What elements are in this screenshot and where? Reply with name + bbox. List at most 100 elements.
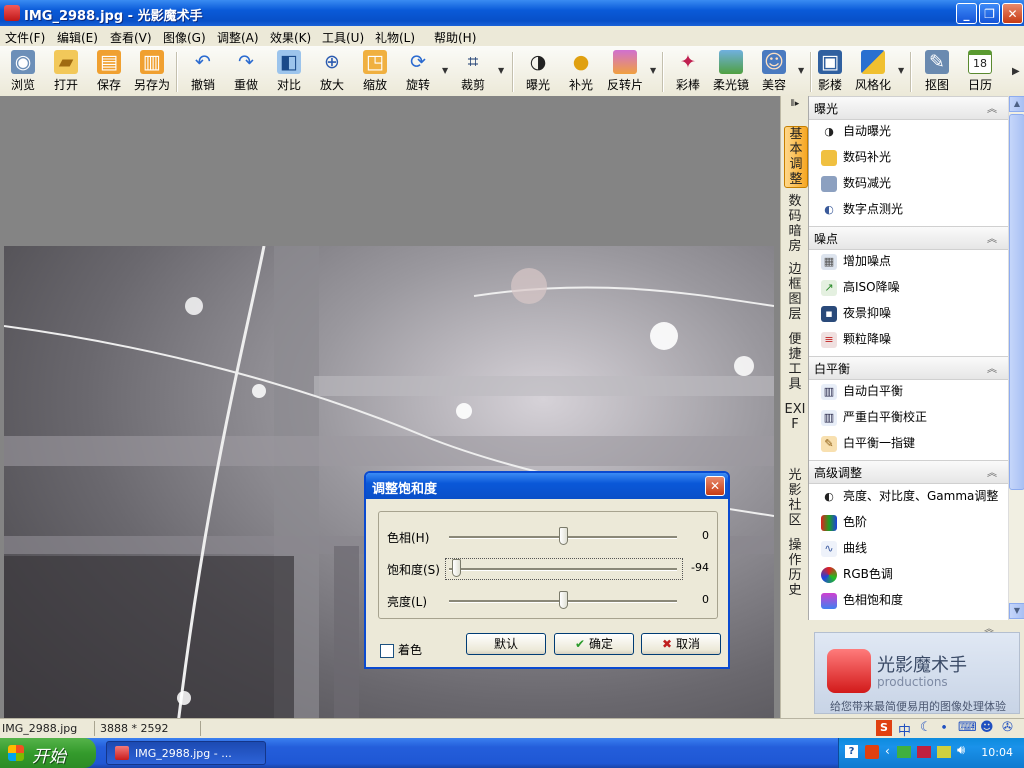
panel-item-brightness-contrast[interactable]: ◐ 亮度、对比度、Gamma调整 (821, 487, 998, 509)
panel-item-levels[interactable]: 色阶 (821, 513, 867, 535)
cancel-button[interactable]: ✖ 取消 (641, 633, 721, 655)
ime-logo-icon[interactable]: S (876, 720, 892, 736)
help-icon[interactable]: ? (845, 745, 858, 758)
menu-file[interactable]: 文件(F) (5, 29, 45, 46)
panel-item-digital-fill[interactable]: 数码补光 (821, 148, 891, 170)
volume-icon[interactable]: 🔊︎ (957, 743, 965, 758)
tray-app-icon[interactable] (917, 746, 931, 758)
slide-film-dropdown-icon[interactable]: ▼ (650, 66, 656, 75)
user-icon[interactable]: ☻ (980, 720, 994, 735)
panel-item-add-noise[interactable]: ▦ 增加噪点 (821, 252, 891, 274)
start-button[interactable]: 开始 (0, 738, 96, 768)
rotate-dropdown-icon[interactable]: ▼ (442, 66, 448, 75)
tab-exif[interactable]: EXIF (784, 402, 806, 462)
tab-digital-darkroom[interactable]: 数码暗房 (784, 194, 806, 254)
menu-gift[interactable]: 礼物(L) (375, 29, 415, 46)
restore-button[interactable]: ❐ (979, 3, 1000, 24)
checkbox-box[interactable] (380, 643, 394, 658)
ime-mode[interactable]: 中 (898, 720, 911, 739)
panel-item-auto-exposure[interactable]: ◑ 自动曝光 (821, 122, 891, 144)
back-icon[interactable]: ‹ (885, 744, 890, 758)
beauty-dropdown-icon[interactable]: ▼ (798, 66, 804, 75)
panel-item-auto-wb[interactable]: ▥ 自动白平衡 (821, 382, 903, 404)
undo-button[interactable]: ↶ 撤销 (180, 48, 226, 94)
fill-light-button[interactable]: ● 补光 (558, 48, 604, 94)
soft-light-button[interactable]: 柔光镜 (708, 48, 754, 94)
keyboard-icon[interactable]: ⌨ (958, 720, 977, 735)
panel-item-digital-reduce[interactable]: 数码减光 (821, 174, 891, 196)
minimize-button[interactable]: _ (956, 3, 977, 24)
network-icon[interactable] (897, 746, 911, 758)
open-button[interactable]: ▰ 打开 (43, 48, 89, 94)
collapse-icon[interactable]: ︽ (987, 230, 997, 245)
tab-frame-layer[interactable]: 边框图层 (784, 262, 806, 322)
panel-item-rgb-tone[interactable]: RGB色调 (821, 565, 893, 587)
zoom-in-button[interactable]: ⊕ 放大 (309, 48, 355, 94)
panel-item-severe-wb[interactable]: ▥ 严重白平衡校正 (821, 408, 927, 430)
panel-item-high-iso-denoise[interactable]: ↗ 高ISO降噪 (821, 278, 900, 300)
slide-film-button[interactable]: 反转片 (602, 48, 648, 94)
saturation-track[interactable] (449, 568, 677, 571)
compare-button[interactable]: ◧ 对比 (266, 48, 312, 94)
panel-item-grain-denoise[interactable]: ≡ 颗粒降噪 (821, 330, 891, 352)
stylize-dropdown-icon[interactable]: ▼ (898, 66, 904, 75)
tab-community[interactable]: 光影社区 (784, 468, 806, 528)
tab-history[interactable]: 操作历史 (784, 538, 806, 598)
menu-adjust[interactable]: 调整(A) (217, 29, 259, 46)
redo-button[interactable]: ↷ 重做 (223, 48, 269, 94)
close-button[interactable]: ✕ (1002, 3, 1023, 24)
scroll-thumb[interactable] (1009, 114, 1024, 490)
toolbar-more-icon[interactable]: ▶ (1012, 66, 1020, 77)
save-button[interactable]: ▤ 保存 (86, 48, 132, 94)
panel-item-curves[interactable]: ∿ 曲线 (821, 539, 867, 561)
ime-tray-icon[interactable] (865, 745, 879, 759)
collapse-icon[interactable]: ︽ (987, 100, 997, 115)
panel-item-spot-metering[interactable]: ◐ 数字点测光 (821, 200, 903, 222)
panel-item-wb-one-click[interactable]: ✎ 白平衡一指键 (821, 434, 915, 456)
menu-effects[interactable]: 效果(K) (270, 29, 311, 46)
panel-item-hue-saturation[interactable]: 色相饱和度 (821, 591, 903, 613)
menu-view[interactable]: 查看(V) (110, 29, 152, 46)
menu-edit[interactable]: 编辑(E) (57, 29, 98, 46)
collapse-icon[interactable]: ︽ (987, 464, 997, 479)
collapse-panel-icon[interactable]: ⦀▸ (784, 98, 806, 110)
saturation-slider[interactable] (451, 559, 461, 577)
colorize-checkbox[interactable]: 着色 (380, 641, 422, 658)
section-noise[interactable]: 噪点 ︽ (809, 226, 1009, 250)
panel-scrollbar[interactable]: ▲ ▼ (1008, 96, 1024, 620)
hue-slider[interactable] (559, 527, 568, 545)
tray-app-icon[interactable] (937, 746, 951, 758)
wrench-icon[interactable]: ✇ (1002, 720, 1013, 735)
beauty-button[interactable]: ☺ 美容 (751, 48, 797, 94)
section-advanced[interactable]: 高级调整 ︽ (809, 460, 1009, 484)
dialog-title-bar[interactable]: 调整饱和度 ✕ (366, 473, 728, 499)
default-button[interactable]: 默认 (466, 633, 546, 655)
menu-image[interactable]: 图像(G) (163, 29, 206, 46)
dialog-close-button[interactable]: ✕ (705, 476, 725, 496)
moon-icon[interactable]: ☾ (920, 720, 932, 735)
promo-banner[interactable]: 光影魔术手 productions 给您带来最简便易用的图像处理体验 (814, 632, 1020, 714)
menu-help[interactable]: 帮助(H) (434, 29, 476, 46)
exposure-button[interactable]: ◑ 曝光 (515, 48, 561, 94)
crop-dropdown-icon[interactable]: ▼ (498, 66, 504, 75)
panel-item-night-denoise[interactable]: ▪ 夜景抑噪 (821, 304, 891, 326)
section-white-balance[interactable]: 白平衡 ︽ (809, 356, 1009, 380)
section-exposure[interactable]: 曝光 ︽ (809, 96, 1009, 120)
calendar-button[interactable]: 18 日历 (957, 48, 1003, 94)
save-as-button[interactable]: ▥ 另存为 (129, 48, 175, 94)
scroll-down-icon[interactable]: ▼ (1009, 603, 1024, 619)
crop-button[interactable]: ⌗ 裁剪 (450, 48, 496, 94)
color-wand-button[interactable]: ✦ 彩棒 (665, 48, 711, 94)
studio-button[interactable]: ▣ 影楼 (807, 48, 853, 94)
cutout-button[interactable]: ✎ 抠图 (914, 48, 960, 94)
rotate-button[interactable]: ⟳ 旋转 (395, 48, 441, 94)
lightness-slider[interactable] (559, 591, 568, 609)
ok-button[interactable]: ✔ 确定 (554, 633, 634, 655)
browse-button[interactable]: ◉ 浏览 (0, 48, 46, 94)
tab-basic-adjust[interactable]: 基本调整 (784, 126, 808, 188)
collapse-icon[interactable]: ︽ (987, 360, 997, 375)
resize-button[interactable]: ◳ 缩放 (352, 48, 398, 94)
menu-tools[interactable]: 工具(U) (322, 29, 364, 46)
stylize-button[interactable]: 风格化 (850, 48, 896, 94)
punctuation-icon[interactable]: ∙ (940, 720, 948, 735)
